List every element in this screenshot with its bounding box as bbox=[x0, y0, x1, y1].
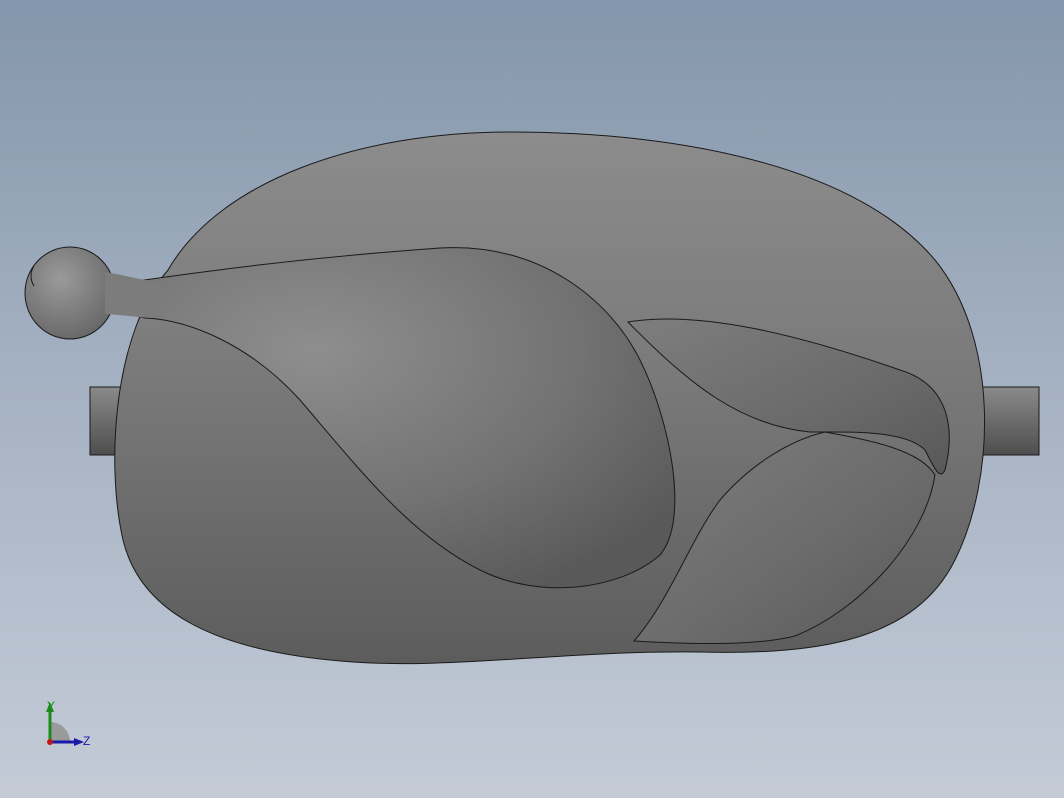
graphics-viewport[interactable]: Y Z bbox=[0, 0, 1064, 798]
z-axis-label: Z bbox=[83, 734, 90, 748]
bone-knob bbox=[24, 246, 116, 340]
triad-origin bbox=[47, 739, 53, 745]
chicken-model[interactable] bbox=[0, 0, 1064, 798]
axis-triad: Y Z bbox=[46, 699, 90, 748]
triad-quadrant bbox=[50, 722, 70, 742]
y-axis-label: Y bbox=[47, 699, 55, 713]
